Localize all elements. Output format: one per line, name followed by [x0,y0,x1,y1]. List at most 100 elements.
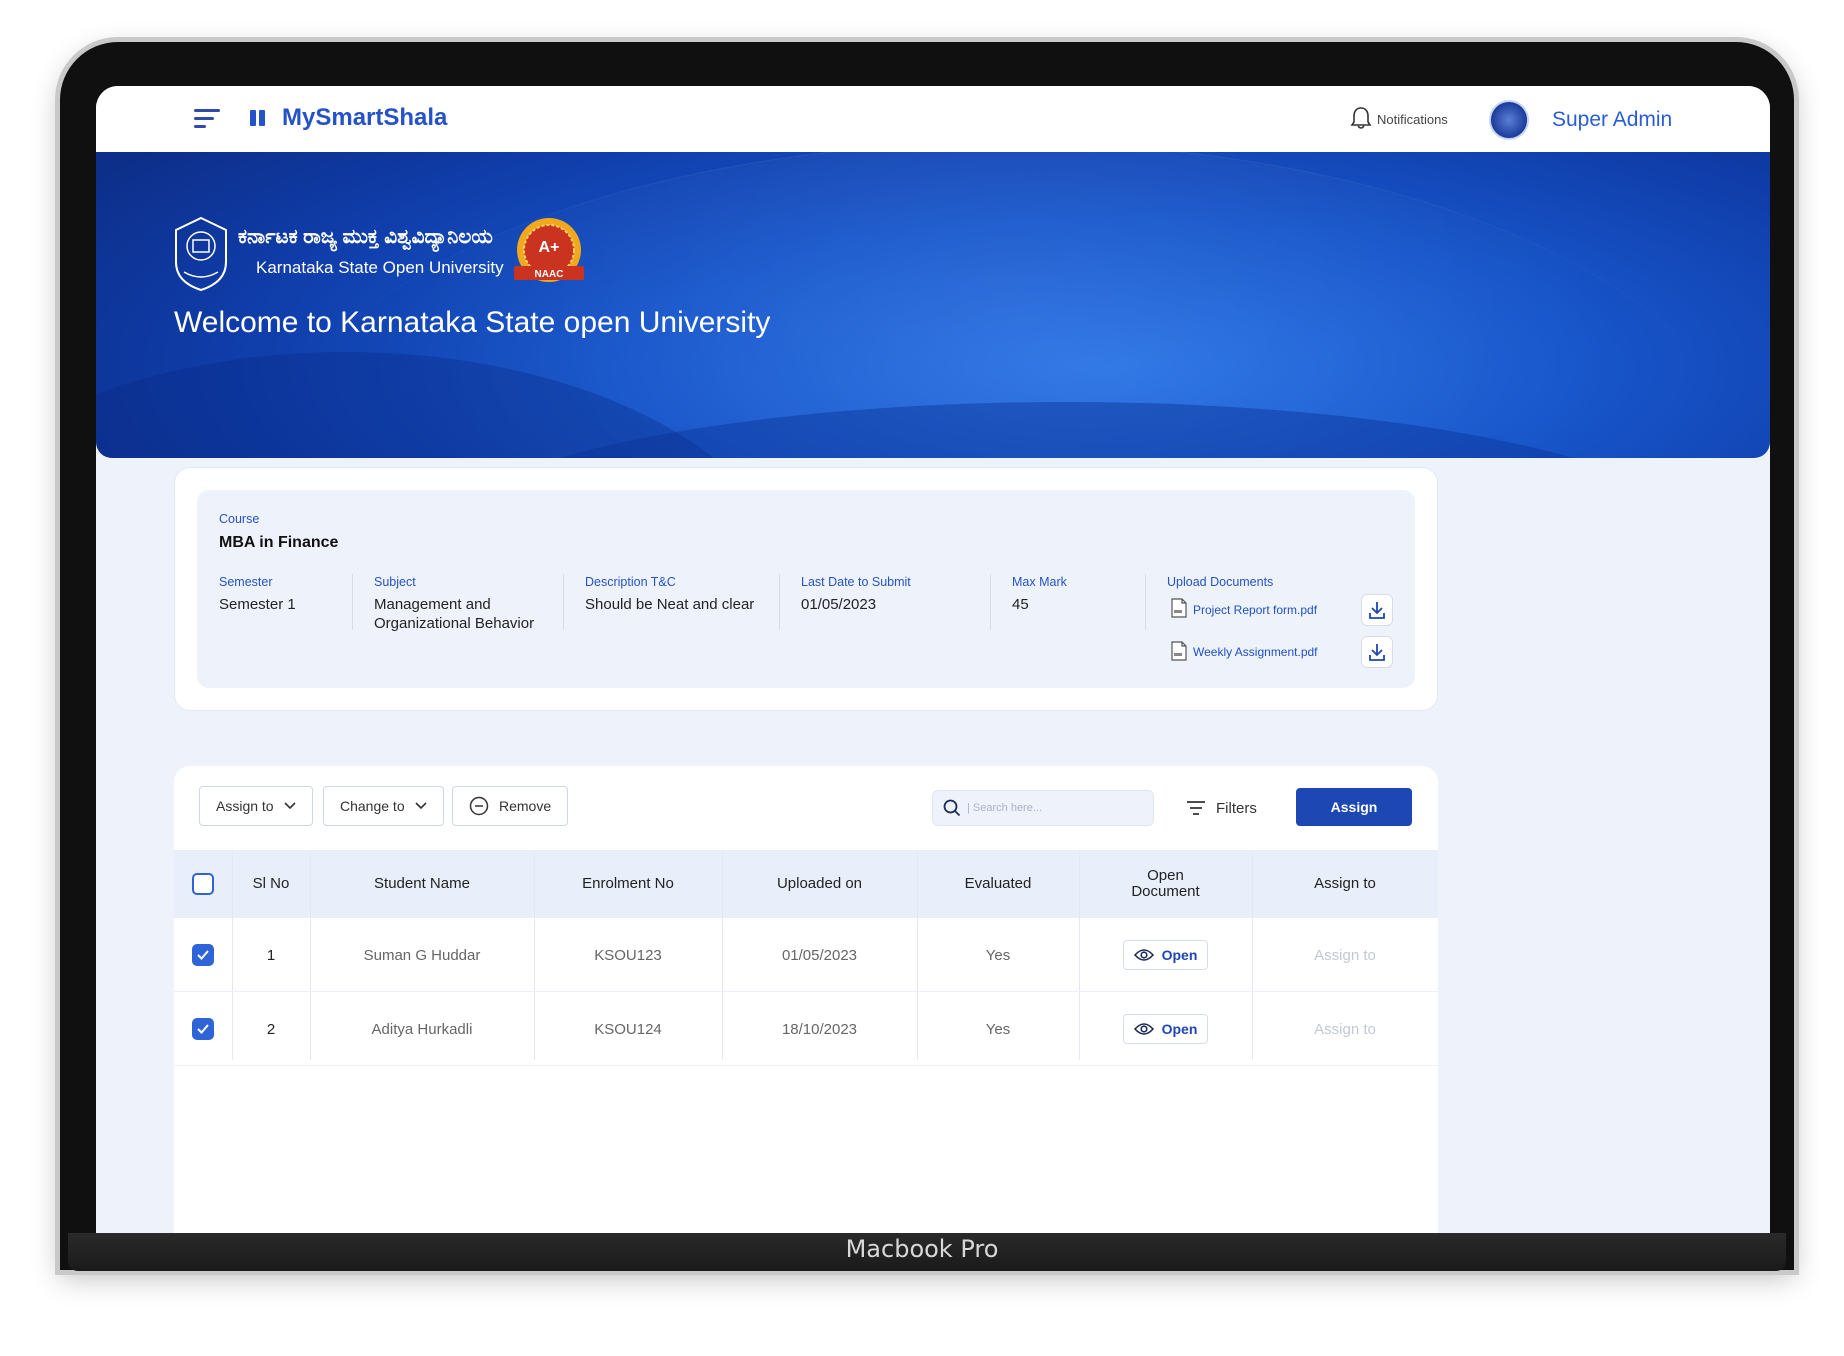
cell-student-name: Suman G Huddar [363,946,481,964]
download-button[interactable] [1361,594,1393,626]
row-select-cell [174,992,232,1066]
app-logo-icon [250,110,265,126]
cell-uploaded-on: 01/05/2023 [781,946,858,964]
header-open-document-line2: Document [1131,883,1200,900]
table-row[interactable]: 2 Aditya Hurkadli KSOU124 18/10/2023 Yes… [174,992,1438,1066]
open-document-button[interactable]: Open [1122,1014,1209,1044]
table-row[interactable]: 1 Suman G Huddar KSOU123 01/05/2023 Yes … [174,918,1438,992]
download-button[interactable] [1361,636,1393,668]
user-name[interactable]: Super Admin [1552,108,1672,132]
cell-evaluated: Yes [985,946,1011,964]
search-icon [943,799,961,817]
chevron-down-icon [415,802,427,810]
device-label: Macbook Pro [845,1235,999,1263]
divider [563,574,564,630]
search-input[interactable] [967,802,1147,814]
header-uploaded-on: Uploaded on [776,875,863,892]
course-info-card: Course MBA in Finance Semester Semester … [174,467,1438,711]
minus-circle-icon [469,796,489,816]
submissions-panel: Assign to Change to Remove Filters Assig… [174,766,1438,1233]
assign-button[interactable]: Assign [1296,788,1412,826]
description-value: Should be Neat and clear [585,596,755,613]
subject-value-line1: Management and [374,596,491,613]
hero-banner: ಕರ್ನಾಟಕ ರಾಜ್ಯ ಮುಕ್ತ ವಿಶ್ವವಿದ್ಯಾನಿಲಯ Karn… [96,152,1770,458]
cell-evaluated: Yes [985,1020,1011,1038]
eye-icon [1133,949,1154,961]
bell-icon[interactable] [1350,106,1372,130]
header-student-name: Student Name [374,875,470,892]
university-name-english: Karnataka State Open University [256,258,504,277]
row-checkbox[interactable] [192,944,214,966]
header-enrolment-no: Enrolment No [582,875,674,892]
select-all-checkbox[interactable] [192,873,214,895]
avatar[interactable] [1489,100,1529,140]
max-mark-value: 45 [1012,596,1029,613]
filters-button[interactable]: Filters [1186,794,1257,822]
document-link[interactable]: Weekly Assignment.pdf [1193,645,1318,659]
chevron-down-icon [284,802,296,810]
select-all-cell [174,850,232,918]
header-assign-to: Assign to [1314,875,1376,892]
row-checkbox[interactable] [192,1018,214,1040]
last-date-label: Last Date to Submit [801,575,911,589]
cell-enrolment-no: KSOU123 [594,946,662,964]
upload-documents-label: Upload Documents [1167,575,1274,589]
app-name[interactable]: MySmartShala [282,104,447,132]
pdf-file-icon [1171,641,1187,661]
cell-open-document: Open [1079,992,1252,1066]
filter-icon [1187,801,1205,815]
pdf-file-icon [1171,598,1187,618]
cell-open-document: Open [1079,918,1252,992]
remove-button[interactable]: Remove [452,786,569,826]
subject-value-line2: Organizational Behavior [374,615,535,632]
cell-enrolment-no: KSOU124 [594,1020,662,1038]
open-label: Open [1161,1021,1198,1037]
filters-label: Filters [1216,799,1257,817]
description-label: Description T&C [585,575,676,589]
header-open-document-line1: Open [1147,867,1184,884]
cell-uploaded-on: 18/10/2023 [781,1020,858,1038]
table-header: Sl No Student Name Enrolment No Uploaded… [174,850,1438,918]
header-sl-no: Sl No [252,875,290,892]
badge-grade: A+ [539,239,560,256]
screen: MySmartShala Notifications Super Admin ಕ… [96,86,1770,1233]
assign-to-dropdown[interactable]: Assign to [199,786,313,826]
notifications-label[interactable]: Notifications [1377,112,1448,127]
open-document-button[interactable]: Open [1122,940,1209,970]
eye-icon [1133,1023,1154,1035]
course-label: Course [219,512,260,526]
divider [352,574,353,630]
semester-label: Semester [219,575,273,589]
cell-sl-no: 1 [266,946,276,964]
checkmark-icon [197,1024,209,1034]
menu-icon[interactable] [194,108,220,130]
semester-value: Semester 1 [219,596,296,613]
naac-badge-icon: A+ NAAC [514,218,584,282]
download-icon [1369,602,1385,619]
course-info-panel: Course MBA in Finance Semester Semester … [197,490,1415,688]
course-value: MBA in Finance [219,534,339,551]
open-label: Open [1161,947,1198,963]
divider [779,574,780,630]
max-mark-label: Max Mark [1012,575,1067,589]
cell-assign-to[interactable]: Assign to [1252,992,1438,1066]
welcome-title: Welcome to Karnataka State open Universi… [174,306,771,339]
cell-assign-to[interactable]: Assign to [1252,918,1438,992]
cell-student-name: Aditya Hurkadli [371,1020,473,1038]
badge-label: NAAC [535,269,564,280]
header-open-document: Open Document [1079,850,1252,918]
header-evaluated: Evaluated [964,875,1032,892]
divider [990,574,991,630]
last-date-value: 01/05/2023 [801,596,877,613]
change-to-dropdown[interactable]: Change to [323,786,444,826]
document-link[interactable]: Project Report form.pdf [1193,603,1317,617]
change-to-label: Change to [340,798,405,814]
divider [1145,574,1146,630]
remove-label: Remove [499,798,552,814]
search-box [932,790,1154,826]
subject-label: Subject [374,575,416,589]
checkmark-icon [197,950,209,960]
assign-to-label: Assign to [216,798,274,814]
download-icon [1369,644,1385,661]
university-emblem-icon [175,216,227,292]
